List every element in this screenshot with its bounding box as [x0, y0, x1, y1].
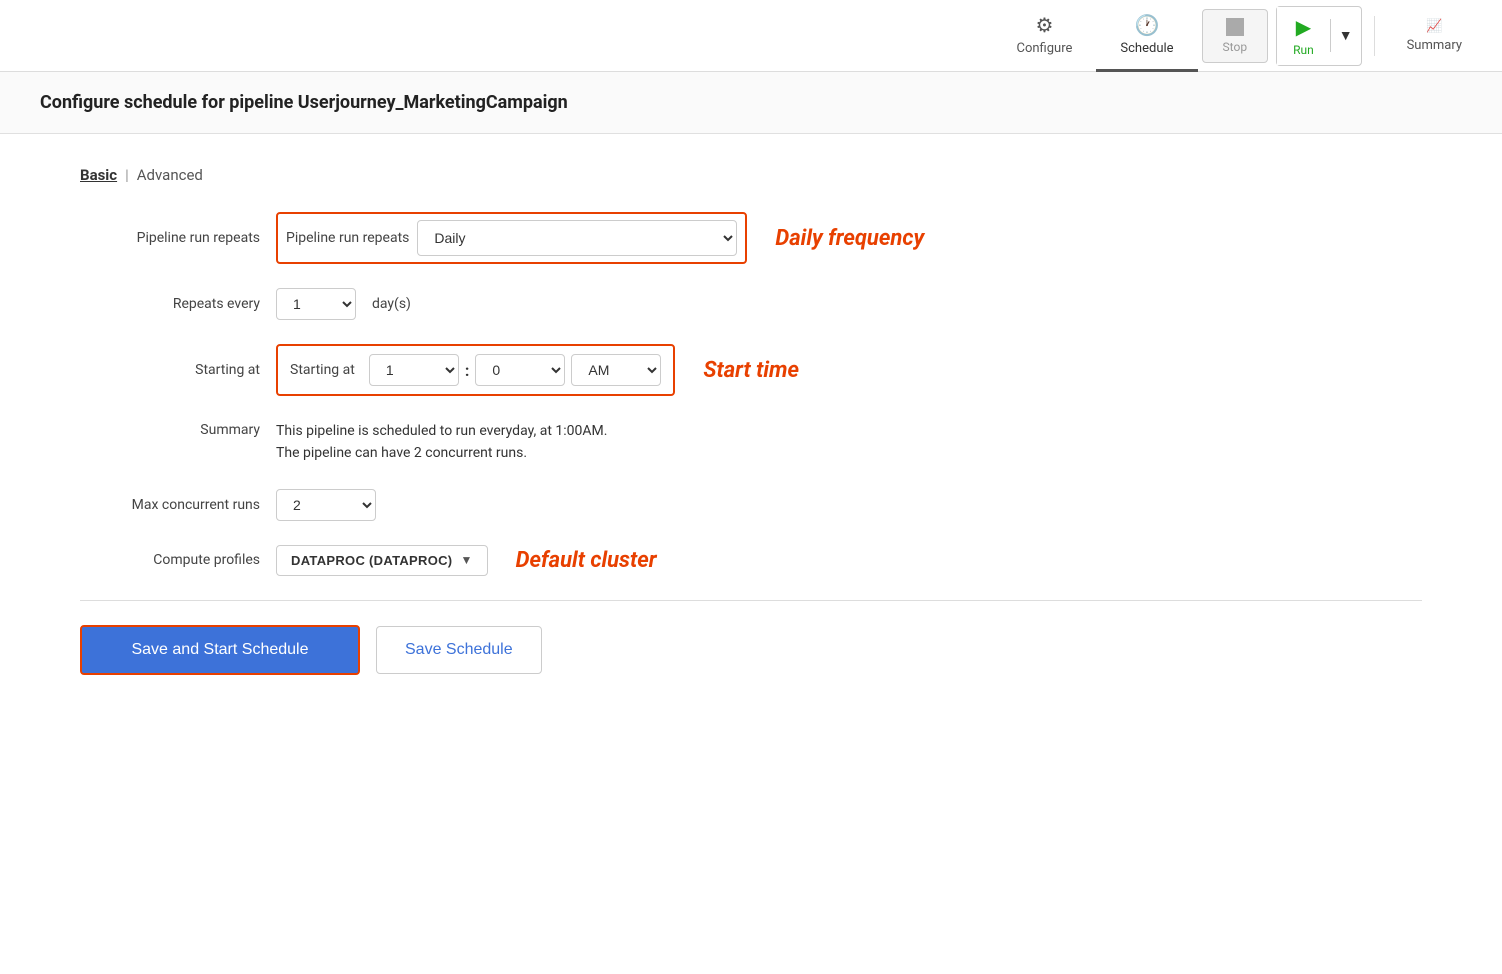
nav-schedule[interactable]: 🕐 Schedule [1096, 0, 1197, 72]
pipeline-run-row: Pipeline run repeats Pipeline run repeat… [80, 212, 1422, 264]
stop-icon [1226, 18, 1244, 36]
repeats-every-select[interactable]: 1 2 3 7 [276, 288, 356, 320]
frequency-highlight-box: Pipeline run repeats Daily Hourly Weekly… [276, 212, 747, 264]
summary-text: This pipeline is scheduled to run everyd… [276, 420, 607, 465]
page-title: Configure schedule for pipeline Userjour… [40, 92, 1462, 113]
stop-label: Stop [1223, 40, 1248, 54]
max-concurrent-label: Max concurrent runs [80, 497, 260, 513]
start-hour-select[interactable]: 1234 5678 9101112 [369, 354, 459, 386]
tab-separator: | [125, 166, 129, 184]
run-label: Run [1293, 43, 1314, 57]
nav-summary[interactable]: 📈 Summary [1383, 0, 1486, 72]
summary-line1: This pipeline is scheduled to run everyd… [276, 420, 607, 442]
pipeline-run-label-inner: Pipeline run repeats [286, 230, 409, 246]
daily-frequency-annotation: Daily frequency [775, 226, 924, 251]
nav-configure[interactable]: ⚙ Configure [993, 0, 1097, 72]
default-cluster-annotation: Default cluster [516, 548, 657, 573]
compute-dropdown-icon: ▼ [460, 553, 472, 567]
repeats-every-row: Repeats every 1 2 3 7 day(s) [80, 288, 1422, 320]
compute-profiles-label: Compute profiles [80, 552, 260, 568]
frequency-select[interactable]: Daily Hourly Weekly Monthly [417, 220, 737, 256]
summary-field-label: Summary [80, 420, 260, 438]
footer-buttons: Save and Start Schedule Save Schedule [80, 625, 1422, 699]
tab-advanced[interactable]: Advanced [137, 166, 203, 184]
time-colon: : [465, 361, 470, 380]
footer-divider [80, 600, 1422, 601]
run-group: ▶ Run ▼ [1276, 6, 1362, 66]
summary-row: Summary This pipeline is scheduled to ru… [80, 420, 1422, 465]
main-content: Basic | Advanced Pipeline run repeats Pi… [0, 134, 1502, 731]
save-and-start-button[interactable]: Save and Start Schedule [80, 625, 360, 675]
summary-line2: The pipeline can have 2 concurrent runs. [276, 442, 607, 464]
chevron-down-icon: ▼ [1339, 27, 1353, 44]
save-schedule-button[interactable]: Save Schedule [376, 626, 542, 674]
starting-at-label: Starting at [80, 362, 260, 378]
compute-profiles-button[interactable]: DATAPROC (DATAPROC) ▼ [276, 545, 488, 576]
nav-configure-label: Configure [1017, 41, 1073, 56]
nav-divider [1374, 16, 1375, 56]
start-time-annotation: Start time [703, 358, 799, 383]
pipeline-run-label: Pipeline run repeats [80, 230, 260, 246]
summary-chart-icon: 📈 [1426, 19, 1442, 34]
schedule-icon: 🕐 [1135, 13, 1160, 37]
repeats-every-label: Repeats every [80, 296, 260, 312]
starting-at-label-inner: Starting at [290, 362, 355, 378]
nav-summary-label: Summary [1407, 38, 1462, 53]
play-icon: ▶ [1296, 15, 1311, 39]
stop-button[interactable]: Stop [1202, 9, 1269, 63]
max-concurrent-select[interactable]: 1 2 3 4 5 [276, 489, 376, 521]
days-unit-label: day(s) [372, 296, 411, 312]
starting-at-row: Starting at Starting at 1234 5678 910111… [80, 344, 1422, 396]
top-nav: ⚙ Configure 🕐 Schedule Stop ▶ Run ▼ 📈 Su… [0, 0, 1502, 72]
page-header: Configure schedule for pipeline Userjour… [0, 72, 1502, 134]
compute-profiles-row: Compute profiles DATAPROC (DATAPROC) ▼ D… [80, 545, 1422, 576]
run-dropdown-arrow[interactable]: ▼ [1330, 19, 1361, 52]
mode-tabs: Basic | Advanced [80, 166, 1422, 184]
tab-basic[interactable]: Basic [80, 166, 117, 184]
start-min-select[interactable]: 0153045 [475, 354, 565, 386]
compute-profile-value: DATAPROC (DATAPROC) [291, 553, 452, 568]
run-button[interactable]: ▶ Run [1277, 7, 1330, 65]
start-ampm-select[interactable]: AMPM [571, 354, 661, 386]
starting-at-box: Starting at 1234 5678 9101112 : 0153045 … [276, 344, 675, 396]
configure-icon: ⚙ [1035, 13, 1053, 37]
max-concurrent-row: Max concurrent runs 1 2 3 4 5 [80, 489, 1422, 521]
nav-schedule-label: Schedule [1120, 41, 1173, 56]
